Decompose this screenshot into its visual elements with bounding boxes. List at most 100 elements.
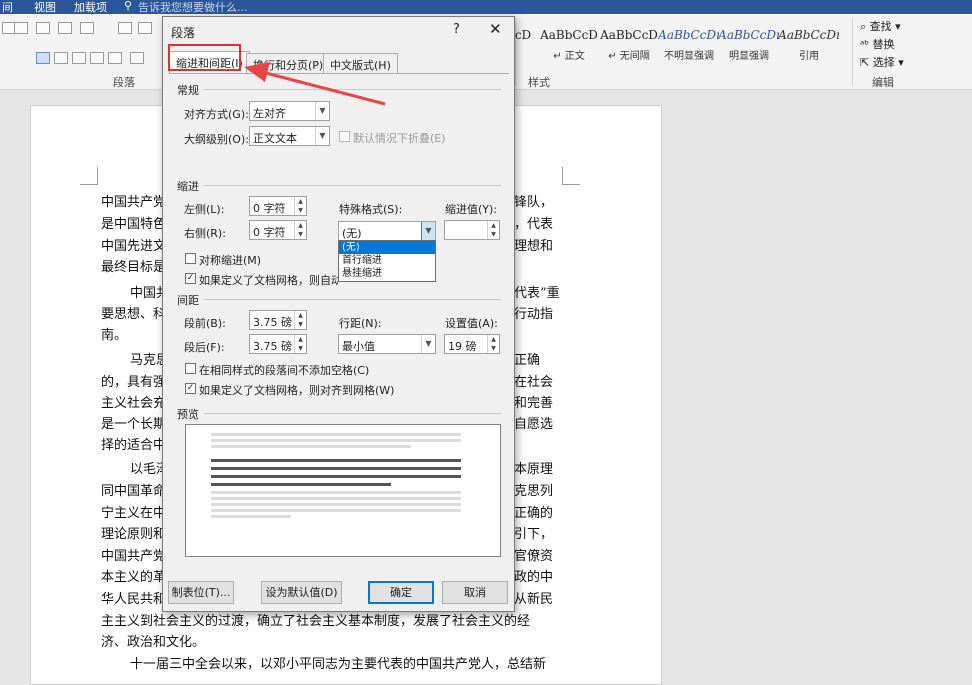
tab-line-page-breaks[interactable]: 换行和分页(P) (246, 53, 331, 73)
crop-mark (562, 167, 580, 185)
chevron-down-icon: ▼ (315, 102, 329, 120)
doc-line-right: 和完善 (514, 396, 554, 411)
doc-line-right: 从新民 (514, 592, 554, 607)
mirror-indent-label: 对称缩进(M) (199, 254, 262, 267)
tab-asian-typography[interactable]: 中文版式(H) (323, 53, 398, 73)
snap-grid-label: 如果定义了文档网格，则对齐到网格(W) (199, 384, 395, 397)
style-subtle-emphasis[interactable]: AaBbCcDı 不明显强调 (658, 18, 720, 62)
style-intense-emphasis[interactable]: AaBbCcDı 明显强调 (718, 18, 780, 62)
alignment-select[interactable]: 左对齐 ▼ (249, 101, 330, 121)
preview-box (185, 424, 501, 557)
doc-full-line: 十一届三中全会以来，以邓小平同志为主要代表的中国共产党人，总结新 (130, 657, 547, 672)
replace-button[interactable]: ᵃᵇ 替换 (860, 36, 895, 52)
align-right-icon[interactable] (72, 52, 86, 64)
line-spacing-icon[interactable] (130, 52, 144, 64)
align-center-icon[interactable] (54, 52, 68, 64)
space-before-input[interactable]: 3.75 磅 ▲ ▼ (249, 310, 307, 330)
style-normal[interactable]: AaBbCcD ↵ 正文 (538, 18, 600, 62)
doc-line-left: 是一个长期 (101, 417, 167, 432)
ribbon-separator (852, 18, 853, 86)
auto-adjust-checkbox[interactable]: ✓ (185, 273, 196, 284)
decrease-indent-icon[interactable] (118, 22, 132, 34)
indent-section-title: 缩进 (177, 180, 199, 193)
special-format-dropdown[interactable]: (无) 首行缩进 悬挂缩进 (338, 240, 436, 282)
doc-line-right: 克思列 (514, 484, 554, 499)
spinner-icon[interactable]: ▲ ▼ (294, 335, 306, 353)
mirror-indent-checkbox[interactable] (185, 253, 196, 264)
special-format-label: 特殊格式(S): (339, 203, 403, 216)
option-none[interactable]: (无) (339, 241, 435, 254)
chevron-down-icon: ▼ (315, 127, 329, 145)
style-quote[interactable]: AaBbCcDı 引用 (778, 18, 840, 62)
section-divider (204, 299, 501, 300)
help-button[interactable]: ? (453, 22, 460, 37)
align-left-icon[interactable] (36, 52, 50, 64)
line-spacing-select[interactable]: 最小值 ▼ (338, 334, 436, 354)
doc-full-line: 主主义到社会主义的过渡，确立了社会主义基本制度，发展了社会主义的经 (101, 614, 531, 629)
style-heading-partial[interactable]: cD (512, 18, 534, 62)
style-no-spacing[interactable]: AaBbCcD ↵ 无间隔 (598, 18, 660, 62)
snap-grid-checkbox[interactable]: ✓ (185, 383, 196, 394)
doc-line-left: 宁主义在中 (101, 506, 167, 521)
ok-button[interactable]: 确定 (368, 581, 434, 604)
spacing-section-title: 间距 (177, 294, 199, 307)
indent-by-input[interactable]: ▲ ▼ (444, 220, 500, 240)
select-button[interactable]: ⇱ 选择 ▾ (860, 54, 904, 70)
section-divider (204, 89, 501, 90)
right-indent-label: 右侧(R): (184, 227, 226, 240)
tabs-button[interactable]: 制表位(T)... (168, 581, 234, 604)
numbering-icon[interactable] (58, 22, 72, 34)
outline-level-select[interactable]: 正文文本 ▼ (249, 126, 330, 146)
distributed-icon[interactable] (108, 52, 122, 64)
spinner-icon[interactable]: ▲ ▼ (487, 335, 499, 353)
spacing-at-input[interactable]: 19 磅 ▲ ▼ (444, 334, 500, 354)
auto-adjust-label: 如果定义了文档网格，则自动调整右缩进(D) (199, 274, 338, 287)
find-button[interactable]: ⌕ 查找 ▾ (860, 18, 901, 34)
left-indent-input[interactable]: 0 字符 ▲ ▼ (249, 196, 307, 216)
doc-line-left: 主义社会充 (101, 396, 167, 411)
red-highlight-box (168, 44, 241, 71)
increase-indent-icon[interactable] (138, 22, 152, 34)
char-border-icon[interactable] (14, 22, 28, 34)
justify-icon[interactable] (90, 52, 104, 64)
multilevel-list-icon[interactable] (80, 22, 94, 34)
doc-line-right: 自愿选 (514, 417, 554, 432)
doc-line-left: 最终目标是 (101, 260, 167, 275)
doc-line-right: 代表”重 (514, 286, 560, 301)
doc-line-left: 中国先进文 (101, 239, 167, 254)
set-default-button[interactable]: 设为默认值(D) (261, 581, 342, 604)
option-first-line[interactable]: 首行缩进 (339, 254, 435, 267)
tab-view[interactable]: 视图 (34, 0, 56, 15)
special-format-select[interactable]: (无) ▼ (338, 221, 436, 241)
collapse-checkbox[interactable] (339, 131, 350, 142)
tell-me-search[interactable]: 告诉我您想要做什么... (138, 0, 248, 15)
section-divider (204, 185, 501, 186)
spinner-icon[interactable]: ▲ ▼ (487, 221, 499, 239)
doc-line-right: 行动指 (514, 307, 554, 322)
doc-line-left: 的，具有强 (101, 375, 167, 390)
space-after-input[interactable]: 3.75 磅 ▲ ▼ (249, 334, 307, 354)
spinner-icon[interactable]: ▲ ▼ (294, 197, 306, 215)
tab-review[interactable]: 间 (2, 0, 13, 15)
styles-group-label: 样式 (528, 76, 550, 89)
outline-level-label: 大纲级别(O): (184, 133, 249, 146)
doc-line-right: 锋队， (514, 195, 554, 210)
alignment-label: 对齐方式(G): (184, 108, 249, 121)
tab-addins[interactable]: 加载项 (74, 0, 107, 15)
right-indent-input[interactable]: 0 字符 ▲ ▼ (249, 220, 307, 240)
doc-line-left: 中国共产党 (101, 195, 167, 210)
spinner-icon[interactable]: ▲ ▼ (294, 311, 306, 329)
doc-line-right: 理想和 (514, 239, 554, 254)
close-button[interactable]: ✕ (489, 20, 502, 38)
doc-line-right: 本原理 (514, 462, 554, 477)
replace-icon: ᵃᵇ (860, 38, 873, 51)
spinner-icon[interactable]: ▲ ▼ (294, 221, 306, 239)
bullets-icon[interactable] (36, 22, 50, 34)
edit-group-label: 编辑 (872, 76, 894, 89)
dialog-title: 段落 (171, 26, 196, 40)
doc-line-right: 政的中 (514, 570, 554, 585)
option-hanging[interactable]: 悬挂缩进 (339, 267, 435, 280)
crop-mark (80, 167, 98, 185)
cancel-button[interactable]: 取消 (442, 581, 508, 604)
no-space-checkbox[interactable] (185, 363, 196, 374)
